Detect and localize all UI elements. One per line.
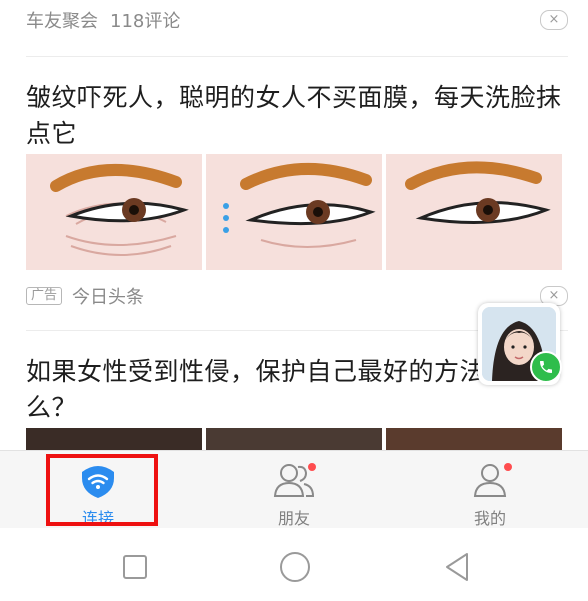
profile-icon — [468, 461, 512, 501]
source-label: 今日头条 — [72, 287, 145, 308]
eye-wrinkle-image — [386, 154, 562, 270]
article-image — [26, 428, 202, 450]
feed-item-meta: 车友聚会 118评论 × — [26, 8, 568, 32]
eye-wrinkle-image — [26, 154, 202, 270]
divider — [26, 56, 568, 57]
system-nav-bar — [0, 528, 588, 601]
source-label: 车友聚会 — [26, 11, 98, 32]
highlight-box — [46, 454, 158, 526]
back-button[interactable] — [440, 550, 474, 584]
phone-icon — [530, 351, 562, 383]
friends-icon — [272, 461, 316, 501]
tab-me[interactable]: 我的 — [392, 451, 588, 529]
notification-dot — [308, 463, 316, 471]
app-screen: 车友聚会 118评论 × 皱纹吓死人，聪明的女人不买面膜，每天洗脸抹点它 广告 … — [0, 0, 588, 601]
tab-label: 朋友 — [277, 509, 310, 528]
dismiss-button[interactable]: × — [540, 10, 568, 30]
article-image-row[interactable] — [26, 154, 562, 270]
article-image — [206, 428, 382, 450]
tab-label: 我的 — [473, 509, 506, 528]
eye-wrinkle-image — [206, 154, 382, 270]
tab-friends[interactable]: 朋友 — [196, 451, 392, 529]
article-image-row[interactable] — [26, 428, 562, 450]
ad-tag: 广告 — [26, 287, 63, 305]
notification-dot — [504, 463, 512, 471]
floating-call-avatar[interactable] — [478, 303, 562, 385]
recent-apps-button[interactable] — [118, 550, 152, 584]
comment-count: 118评论 — [110, 11, 181, 32]
home-button[interactable] — [278, 550, 312, 584]
article-title[interactable]: 皱纹吓死人，聪明的女人不买面膜，每天洗脸抹点它 — [26, 80, 566, 152]
article-image — [386, 428, 562, 450]
